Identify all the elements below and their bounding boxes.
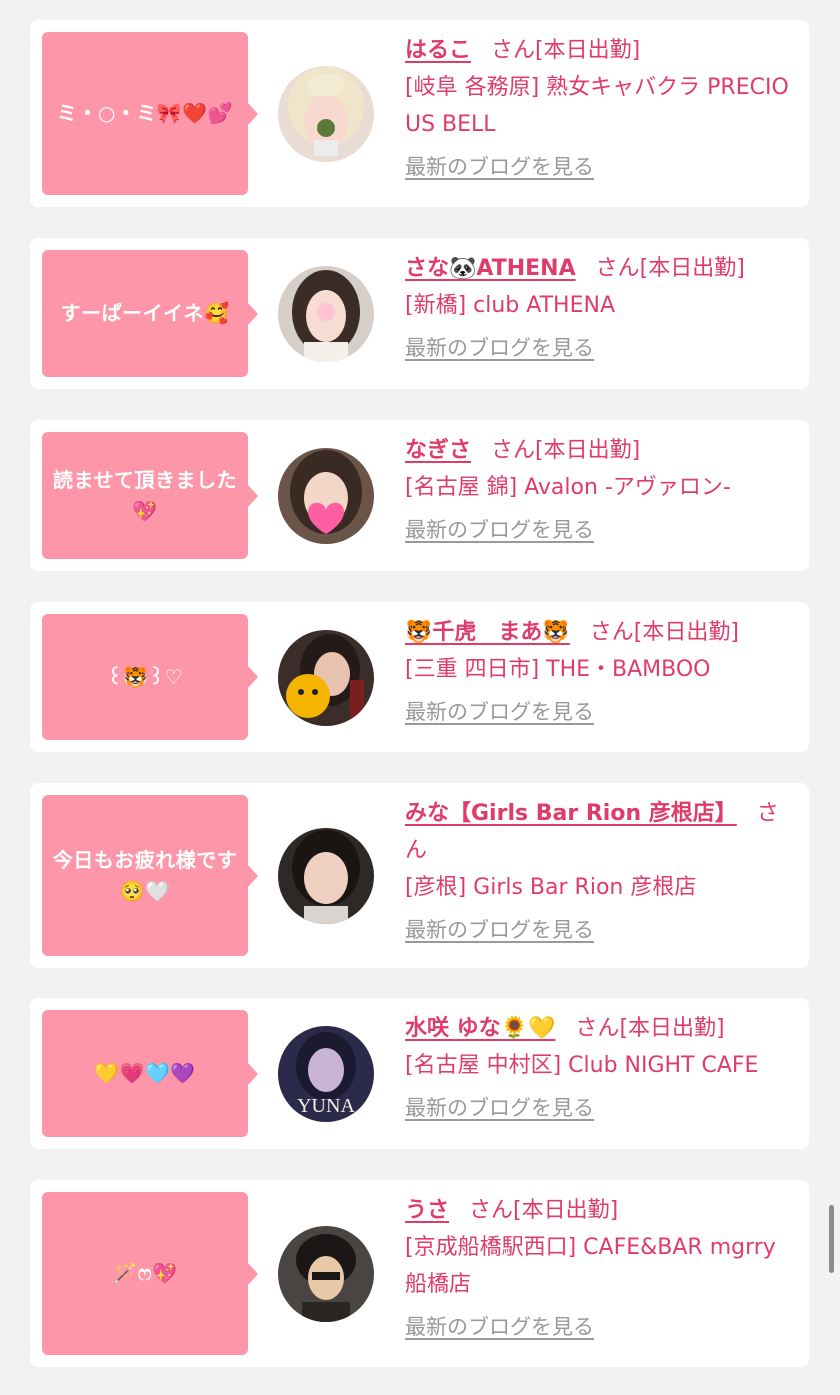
blog-comment-card: 🪄ෆ💖 うさ さん[本日出勤] [京成船橋駅西口] CAFE&BAR mgrry … <box>30 1180 809 1367</box>
avatar-photo <box>278 266 374 362</box>
name-line: さな🐼ATHENA さん[本日出勤] <box>405 250 795 287</box>
comment-bubble: 💛💗🩵💜 <box>42 1010 258 1137</box>
hostess-name-link[interactable]: さな🐼ATHENA <box>405 256 576 281</box>
hostess-name-link[interactable]: うさ <box>405 1198 449 1223</box>
comment-text: 読ませて頂きました💖 <box>53 467 237 523</box>
san-status: さん[本日出勤] <box>589 620 739 645</box>
blog-comment-card: ꒰🐯꒱♡ 🐯千虎 まあ🐯 さん[本日出勤] [三重 四日市] THE・BAMBOO… <box>30 602 809 752</box>
blog-comment-card: すーぱーイイネ🥰 さな🐼ATHENA さん[本日出勤] [新橋] club ATH… <box>30 238 809 389</box>
avatar-photo <box>278 828 374 924</box>
entry-info: うさ さん[本日出勤] [京成船橋駅西口] CAFE&BAR mgrry 船橋店 … <box>405 1192 795 1346</box>
avatar-photo <box>278 448 374 544</box>
comment-bubble: すーぱーイイネ🥰 <box>42 250 258 377</box>
name-line: なぎさ さん[本日出勤] <box>405 432 795 469</box>
avatar-photo <box>278 66 374 162</box>
comment-text: ミ・○・ミ🎀❤️💕 <box>56 101 234 125</box>
name-line: 🐯千虎 まあ🐯 さん[本日出勤] <box>405 614 795 651</box>
avatar-photo <box>278 630 374 726</box>
avatar[interactable]: YUNA <box>278 1026 374 1122</box>
avatar-photo <box>278 1226 374 1322</box>
comment-bubble: 今日もお疲れ様です🥺🤍 <box>42 795 258 956</box>
blog-comment-card: ミ・○・ミ🎀❤️💕 はるこ さん[本日出勤] [岐阜 各務原] 熟女キャバクラ P… <box>30 20 809 207</box>
shop-location[interactable]: [彦根] Girls Bar Rion 彦根店 <box>405 869 795 906</box>
name-line: 水咲 ゆな🌻💛 さん[本日出勤] <box>405 1010 795 1047</box>
hostess-name-link[interactable]: なぎさ <box>405 438 471 463</box>
avatar[interactable] <box>278 66 374 162</box>
comment-bubble: 読ませて頂きました💖 <box>42 432 258 559</box>
san-status: さん[本日出勤] <box>469 1198 619 1223</box>
san-status: さん[本日出勤] <box>595 256 745 281</box>
latest-blog-link[interactable]: 最新のブログを見る <box>405 512 594 549</box>
avatar[interactable] <box>278 1226 374 1322</box>
shop-location[interactable]: [名古屋 錦] Avalon -アヴァロン- <box>405 469 795 506</box>
san-status: さん[本日出勤] <box>575 1016 725 1041</box>
entry-info: なぎさ さん[本日出勤] [名古屋 錦] Avalon -アヴァロン- 最新のブロ… <box>405 432 795 549</box>
hostess-name-link[interactable]: みな【Girls Bar Rion 彦根店】 <box>405 801 737 826</box>
avatar[interactable] <box>278 828 374 924</box>
hostess-name-link[interactable]: 🐯千虎 まあ🐯 <box>405 620 570 645</box>
blog-comment-card: 今日もお疲れ様です🥺🤍 みな【Girls Bar Rion 彦根店】 さん [彦根… <box>30 783 809 968</box>
avatar[interactable] <box>278 266 374 362</box>
avatar[interactable] <box>278 630 374 726</box>
blog-comment-card: 💛💗🩵💜 YUNA 水咲 ゆな🌻💛 さん[本日出勤] [名古屋 中村区] Club… <box>30 998 809 1149</box>
comment-text: 💛💗🩵💜 <box>94 1061 196 1085</box>
comment-text: 🪄ෆ💖 <box>112 1261 178 1285</box>
entry-info: 水咲 ゆな🌻💛 さん[本日出勤] [名古屋 中村区] Club NIGHT CAF… <box>405 1010 795 1127</box>
shop-location[interactable]: [京成船橋駅西口] CAFE&BAR mgrry 船橋店 <box>405 1229 795 1303</box>
name-line: うさ さん[本日出勤] <box>405 1192 795 1229</box>
latest-blog-link[interactable]: 最新のブログを見る <box>405 1090 594 1127</box>
comment-text: すーぱーイイネ🥰 <box>60 301 230 325</box>
shop-location[interactable]: [新橋] club ATHENA <box>405 287 795 324</box>
comment-text: ꒰🐯꒱♡ <box>106 664 184 689</box>
hostess-name-link[interactable]: はるこ <box>405 38 471 63</box>
comment-text: 今日もお疲れ様です🥺🤍 <box>52 847 238 903</box>
latest-blog-link[interactable]: 最新のブログを見る <box>405 694 594 731</box>
name-line: みな【Girls Bar Rion 彦根店】 さん <box>405 795 795 869</box>
comment-bubble: 🪄ෆ💖 <box>42 1192 258 1355</box>
entry-info: はるこ さん[本日出勤] [岐阜 各務原] 熟女キャバクラ PRECIOUS BE… <box>405 32 795 186</box>
latest-blog-link[interactable]: 最新のブログを見る <box>405 912 594 949</box>
san-status: さん[本日出勤] <box>491 38 641 63</box>
comment-bubble: ꒰🐯꒱♡ <box>42 614 258 740</box>
avatar-caption: YUNA <box>297 1095 355 1117</box>
comment-bubble: ミ・○・ミ🎀❤️💕 <box>42 32 258 195</box>
entry-info: 🐯千虎 まあ🐯 さん[本日出勤] [三重 四日市] THE・BAMBOO 最新のブ… <box>405 614 795 731</box>
blog-comment-card: 読ませて頂きました💖 なぎさ さん[本日出勤] [名古屋 錦] Avalon -ア… <box>30 420 809 571</box>
entry-info: みな【Girls Bar Rion 彦根店】 さん [彦根] Girls Bar … <box>405 795 795 949</box>
scrollbar-thumb[interactable] <box>829 1205 834 1273</box>
hostess-name-link[interactable]: 水咲 ゆな🌻💛 <box>405 1016 555 1041</box>
shop-location[interactable]: [三重 四日市] THE・BAMBOO <box>405 651 795 688</box>
entry-info: さな🐼ATHENA さん[本日出勤] [新橋] club ATHENA 最新のブロ… <box>405 250 795 367</box>
latest-blog-link[interactable]: 最新のブログを見る <box>405 149 594 186</box>
avatar[interactable] <box>278 448 374 544</box>
shop-location[interactable]: [岐阜 各務原] 熟女キャバクラ PRECIOUS BELL <box>405 69 795 143</box>
avatar-photo: YUNA <box>278 1026 374 1122</box>
shop-location[interactable]: [名古屋 中村区] Club NIGHT CAFE <box>405 1047 795 1084</box>
san-status: さん[本日出勤] <box>491 438 641 463</box>
latest-blog-link[interactable]: 最新のブログを見る <box>405 1309 594 1346</box>
name-line: はるこ さん[本日出勤] <box>405 32 795 69</box>
latest-blog-link[interactable]: 最新のブログを見る <box>405 330 594 367</box>
